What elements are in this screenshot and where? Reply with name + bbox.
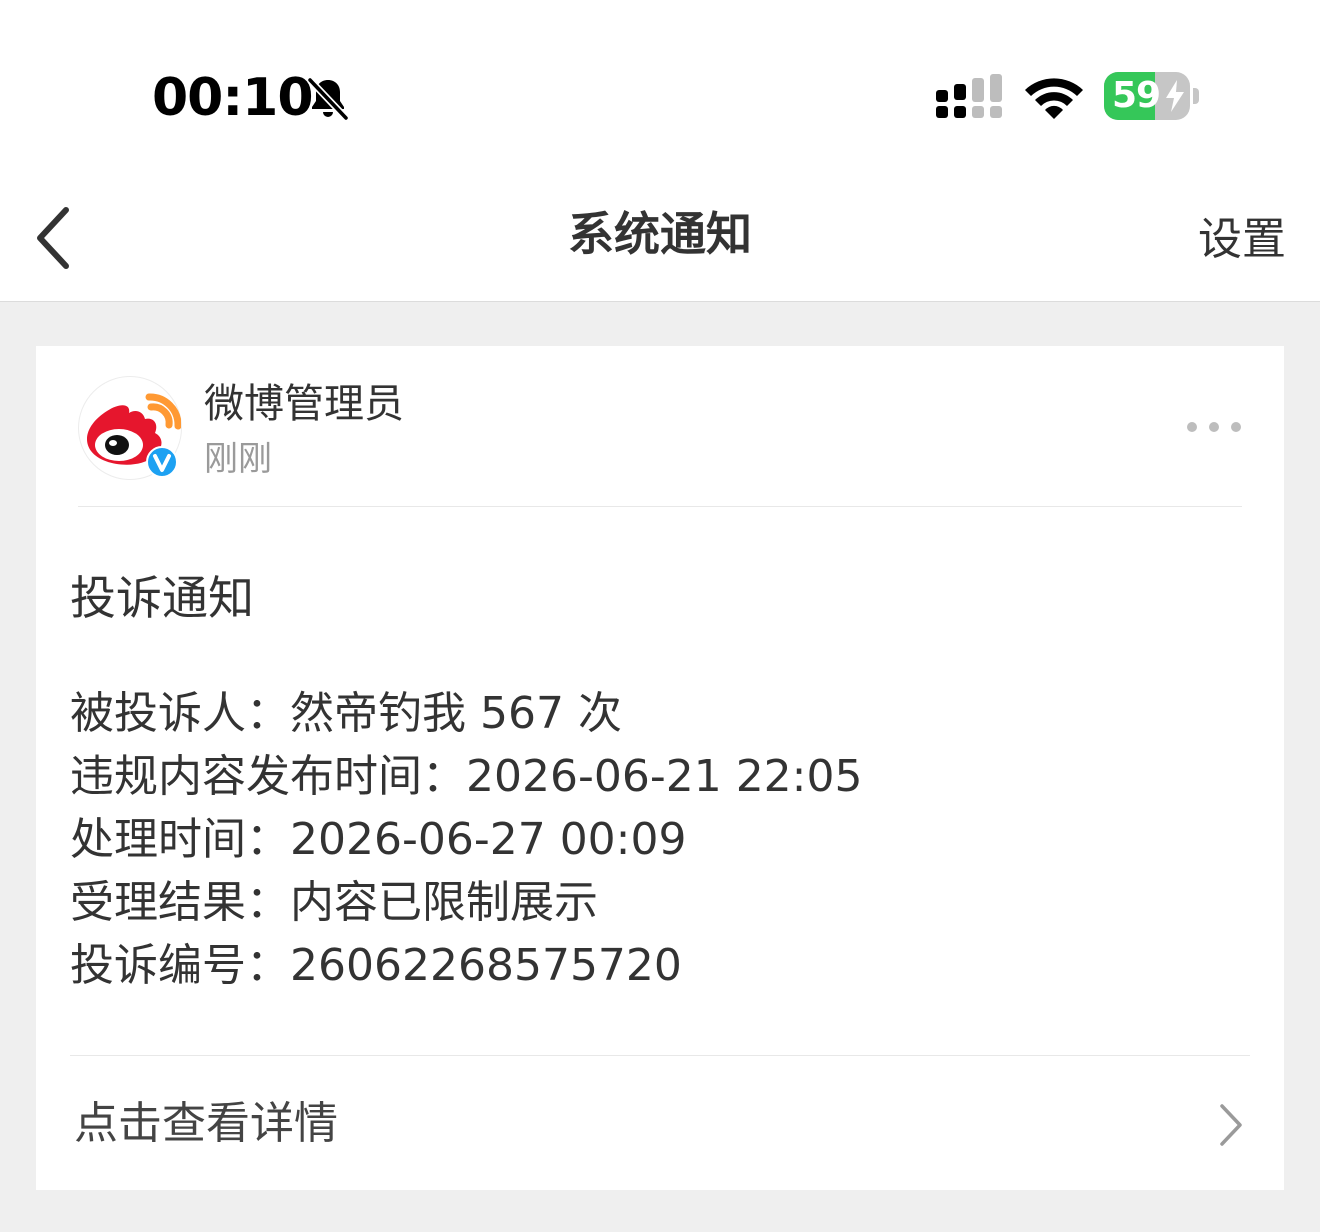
message-title: 投诉通知 [70, 571, 254, 625]
chevron-right-icon [1220, 1104, 1242, 1146]
verified-badge-icon [146, 446, 178, 478]
message-line: 违规内容发布时间：2026-06-21 22:05 [70, 751, 863, 802]
charging-bolt-icon [1166, 80, 1184, 112]
status-bar: 00:10 59 [0, 0, 1320, 170]
wifi-icon [1025, 78, 1083, 119]
battery-body: 59 [1104, 72, 1190, 120]
battery-level-text: 59 [1112, 75, 1161, 116]
message-line: 受理结果：内容已限制展示 [70, 877, 598, 928]
navigation-bar: 系统通知 设置 [0, 170, 1320, 302]
sender-time: 刚刚 [204, 439, 272, 479]
more-dots-icon[interactable] [1184, 412, 1244, 442]
divider [78, 506, 1242, 507]
settings-button[interactable]: 设置 [1198, 210, 1286, 270]
message-line: 投诉编号：26062268575720 [70, 940, 682, 991]
message-body: 被投诉人：然帝钓我 567 次 违规内容发布时间：2026-06-21 22:0… [70, 682, 1250, 997]
view-details-label: 点击查看详情 [74, 1098, 338, 1149]
status-time: 00:10 [152, 68, 314, 128]
sender-name[interactable]: 微博管理员 [204, 376, 404, 432]
message-line: 处理时间：2026-06-27 00:09 [70, 814, 687, 865]
battery-indicator: 59 [1104, 72, 1200, 122]
battery-cap [1193, 88, 1199, 104]
notification-card: 微博管理员 刚刚 投诉通知 被投诉人：然帝钓我 567 次 违规内容发布时间：2… [36, 346, 1284, 1190]
message-line: 被投诉人：然帝钓我 567 次 [70, 688, 622, 739]
bell-slash-icon [307, 77, 349, 121]
cellular-signal-icon [936, 74, 1002, 118]
page-title: 系统通知 [568, 207, 752, 261]
view-details-link[interactable]: 点击查看详情 [36, 1056, 1284, 1190]
